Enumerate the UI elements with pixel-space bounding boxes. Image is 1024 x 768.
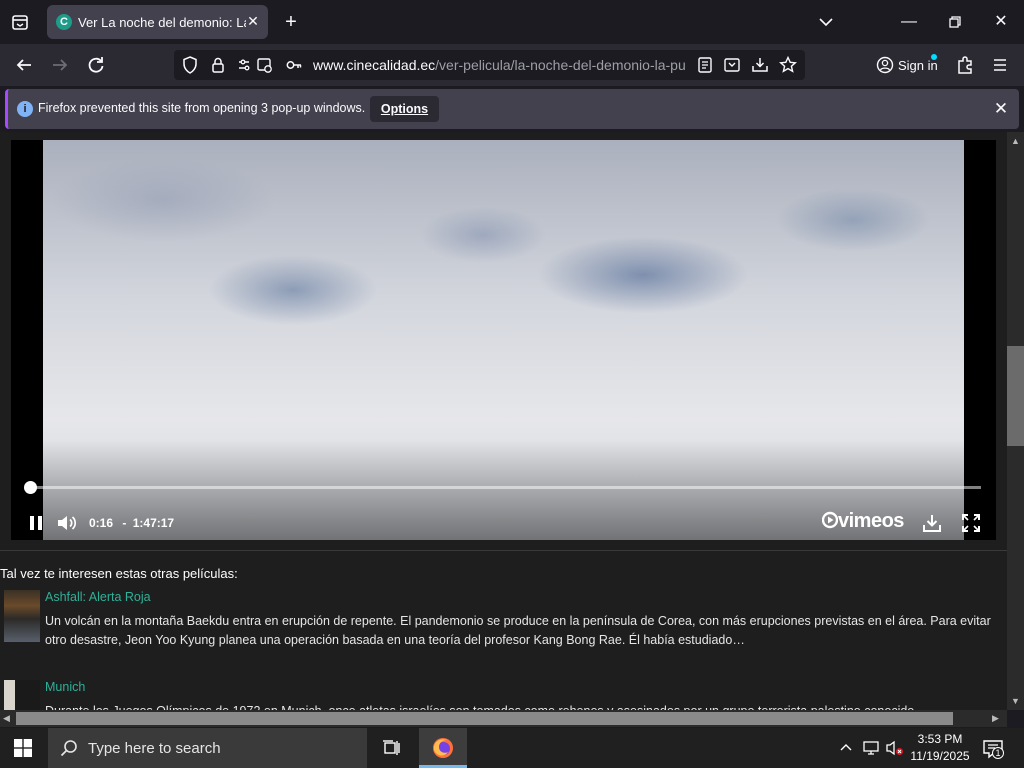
firefox-taskbar-button[interactable] (419, 728, 467, 768)
notification-count-badge: 1 (992, 747, 1004, 759)
remaining-time: 1:47:17 (132, 516, 175, 530)
time-separator: - (122, 516, 127, 530)
new-tab-button[interactable]: + (278, 9, 304, 35)
scroll-up-icon[interactable]: ▲ (1010, 136, 1021, 146)
menu-icon[interactable] (987, 52, 1013, 78)
windows-start-icon[interactable] (14, 739, 32, 757)
tab-strip: C Ver La noche del demonio: La p ✕ + — ✕ (0, 0, 1024, 44)
back-icon[interactable] (11, 52, 37, 78)
lock-icon[interactable] (208, 55, 228, 75)
url-bar[interactable]: www.cinecalidad.ec/ver-pelicula/la-noche… (174, 50, 805, 80)
clock-date: 11/19/2025 (910, 749, 970, 763)
related-description: Un volcán en la montaña Baekdu entra en … (45, 614, 991, 647)
tab-active[interactable]: C Ver La noche del demonio: La p ✕ (47, 5, 268, 39)
site-favicon-icon: C (56, 14, 72, 30)
related-description: Durante los Juegos Olímpicos de 1972 en … (45, 702, 1005, 710)
sign-in-button[interactable]: Sign in (868, 50, 944, 80)
chevron-up-icon[interactable] (838, 740, 854, 756)
network-icon[interactable] (862, 739, 882, 757)
scroll-down-icon[interactable]: ▼ (1010, 696, 1021, 706)
task-view-icon[interactable] (380, 737, 404, 759)
reader-view-icon[interactable] (695, 55, 715, 75)
tab-title: Ver La noche del demonio: La p (78, 15, 246, 30)
vertical-scroll-thumb[interactable] (1007, 346, 1024, 446)
divider (0, 550, 1007, 551)
tab-close-icon[interactable]: ✕ (245, 13, 261, 29)
options-button[interactable]: Options (370, 96, 439, 122)
permissions-icon[interactable] (236, 55, 276, 75)
volume-muted-icon[interactable] (885, 739, 905, 757)
video-player[interactable]: 0:16 - 1:47:17 vimeos (11, 140, 996, 540)
notification-message: Firefox prevented this site from opening… (38, 101, 366, 115)
taskbar-search-box[interactable]: Type here to search (48, 728, 367, 768)
firefox-icon (433, 738, 453, 758)
notification-center-icon[interactable]: 1 (982, 738, 1006, 760)
sign-in-badge (931, 54, 937, 60)
extensions-icon[interactable] (952, 52, 978, 78)
progress-bar[interactable] (24, 481, 981, 494)
chevron-down-icon[interactable] (812, 8, 840, 36)
clock-time: 3:53 PM (917, 732, 963, 746)
browser-window: C Ver La noche del demonio: La p ✕ + — ✕ (0, 0, 1024, 768)
scroll-left-icon[interactable]: ◀ (3, 713, 13, 724)
shield-icon[interactable] (180, 55, 200, 75)
fullscreen-icon[interactable] (961, 513, 981, 533)
search-icon (60, 740, 77, 757)
horizontal-scrollbar[interactable]: ◀ ▶ (0, 710, 1007, 727)
restore-button[interactable] (941, 8, 969, 36)
time-display: 0:16 - 1:47:17 (89, 516, 174, 530)
current-time: 0:16 (89, 516, 114, 530)
sign-in-label: Sign in (898, 58, 938, 73)
account-icon (876, 56, 894, 74)
info-icon: i (17, 101, 33, 117)
taskbar: Type here to search 3:53 PM 11/19/2025 1 (0, 728, 1024, 768)
screenshot-icon[interactable] (722, 55, 742, 75)
related-title-link[interactable]: Munich (45, 680, 85, 694)
minimize-button[interactable]: — (895, 8, 923, 36)
page-content: 0:16 - 1:47:17 vimeos Tal vez te interes… (0, 132, 1007, 710)
related-heading: Tal vez te interesen estas otras películ… (0, 566, 238, 581)
taskbar-search-placeholder: Type here to search (88, 740, 221, 757)
bookmark-star-icon[interactable] (778, 55, 798, 75)
popup-blocked-notification: i Firefox prevented this site from openi… (5, 89, 1019, 129)
pause-icon[interactable] (27, 514, 45, 532)
download-page-icon[interactable] (750, 55, 770, 75)
download-icon[interactable] (921, 512, 943, 534)
ashfall-poster[interactable] (4, 590, 40, 642)
play-logo-icon (821, 511, 839, 529)
close-window-button[interactable]: ✕ (987, 8, 1015, 36)
munich-poster[interactable] (4, 680, 40, 710)
vimeo-logo[interactable]: vimeos (821, 510, 904, 533)
horizontal-scroll-thumb[interactable] (16, 712, 953, 725)
forward-icon[interactable] (47, 52, 73, 78)
taskbar-clock[interactable]: 3:53 PM 11/19/2025 (905, 731, 975, 765)
tab-list-icon[interactable] (8, 10, 32, 34)
url-text[interactable]: www.cinecalidad.ec/ver-pelicula/la-noche… (313, 57, 688, 75)
nav-bar: www.cinecalidad.ec/ver-pelicula/la-noche… (0, 44, 1024, 86)
related-title-link[interactable]: Ashfall: Alerta Roja (45, 590, 151, 604)
vertical-scrollbar[interactable]: ▲ ▼ (1007, 132, 1024, 710)
scroll-right-icon[interactable]: ▶ (992, 713, 1002, 724)
key-icon[interactable] (284, 55, 304, 75)
reload-icon[interactable] (83, 52, 109, 78)
volume-icon[interactable] (56, 513, 78, 533)
notification-close-icon[interactable]: ✕ (991, 99, 1011, 119)
vimeo-brand-text: vimeos (838, 510, 904, 532)
